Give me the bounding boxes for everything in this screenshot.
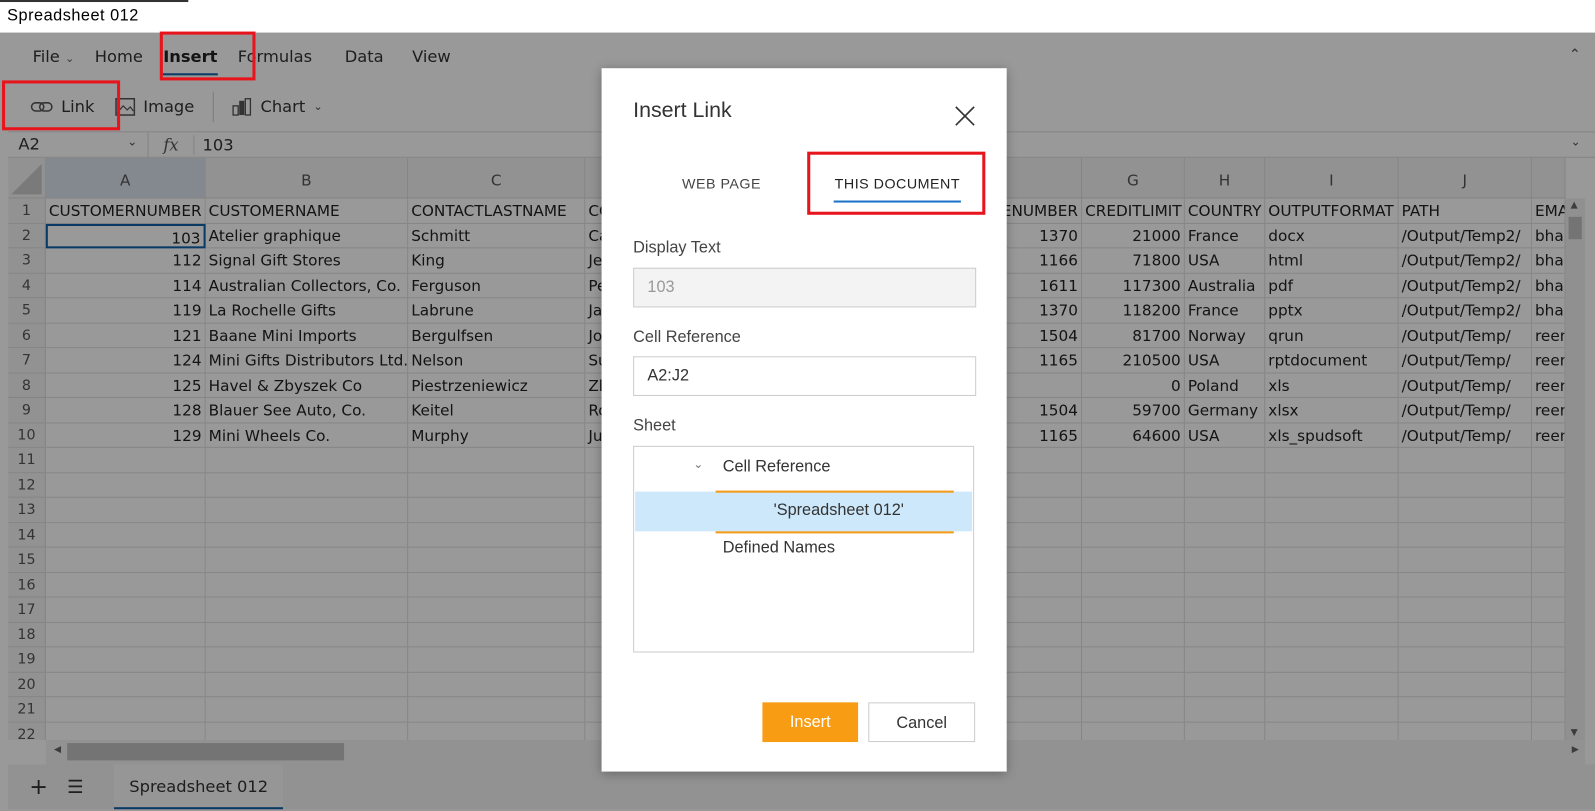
tree-node-sheet[interactable]: 'Spreadsheet 012'	[774, 502, 904, 520]
sheet-tree: ⌄ Cell Reference 'Spreadsheet 012' Defin…	[633, 445, 975, 653]
close-icon[interactable]	[954, 105, 976, 127]
cell-reference-label: Cell Reference	[633, 328, 741, 347]
sheet-label: Sheet	[633, 417, 676, 435]
dialog-title: Insert Link	[633, 98, 732, 123]
drop-indicator-bottom	[715, 531, 954, 534]
insert-link-dialog: Insert Link WEB PAGE THIS DOCUMENT Displ…	[601, 68, 1007, 772]
cancel-button[interactable]: Cancel	[868, 702, 976, 743]
window-title: Spreadsheet 012	[0, 0, 1595, 33]
highlight-link-button	[2, 80, 121, 131]
highlight-insert-tab	[159, 31, 256, 81]
chevron-down-icon[interactable]: ⌄	[693, 457, 703, 471]
tree-node-defined-names[interactable]: Defined Names	[723, 539, 835, 557]
drop-indicator-top	[715, 490, 954, 493]
display-text-label: Display Text	[633, 239, 721, 257]
tree-node-cell-reference[interactable]: Cell Reference	[723, 458, 831, 476]
insert-button[interactable]: Insert	[762, 702, 859, 743]
display-text-input[interactable]: 103	[633, 267, 977, 308]
tab-web-page[interactable]: WEB PAGE	[682, 175, 761, 191]
highlight-this-document-tab	[807, 151, 986, 215]
cell-reference-input[interactable]: A2:J2	[633, 356, 977, 396]
